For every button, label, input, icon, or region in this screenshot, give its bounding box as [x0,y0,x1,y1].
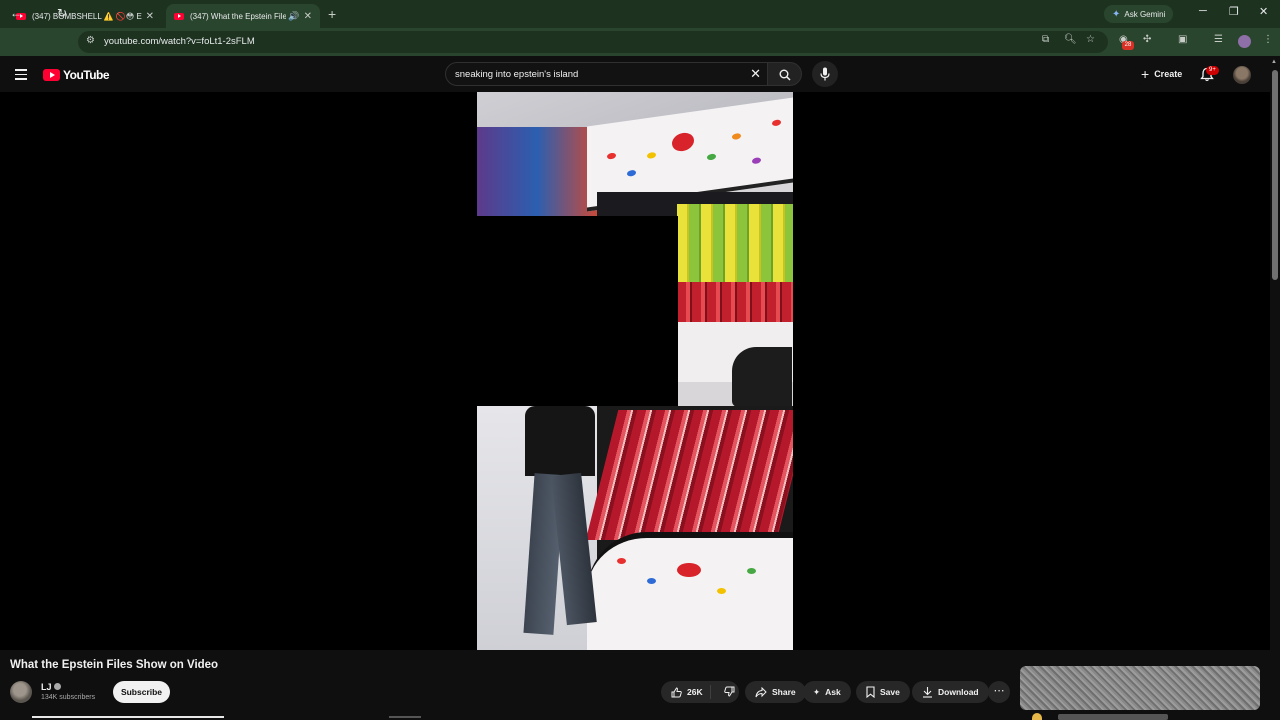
site-info-icon[interactable]: ⚙ [86,35,95,46]
account-avatar[interactable] [1233,66,1251,84]
bookmark-star-icon[interactable]: ☆ [1086,34,1095,45]
ask-button[interactable]: ✦ Ask [803,681,851,703]
subscriber-count: 134K subscribers [41,694,96,701]
tab-title: (347) What the Epstein File... [190,11,287,21]
new-tab-button[interactable]: + [328,6,336,22]
create-button[interactable]: + Create [1133,63,1191,85]
extensions-puzzle-icon[interactable]: ✣ [1143,34,1151,45]
restore-window-icon[interactable]: ❐ [1229,5,1239,18]
microphone-icon [820,67,830,81]
save-button[interactable]: Save [856,681,910,703]
ask-gemini-label: Ask Gemini [1124,9,1166,19]
censor-box [477,216,678,406]
tab-bombshell[interactable]: (347) BOMBSHELL ⚠️ 🚫😳 Ep... ✕ [8,4,162,28]
ask-gemini-button[interactable]: ✦ Ask Gemini [1104,5,1174,23]
download-label: Download [938,687,979,697]
minimize-window-icon[interactable]: ─ [1199,5,1207,17]
ask-label: Ask [825,687,841,697]
browser-menu-icon[interactable]: ⋮ [1263,34,1273,45]
side-panel-icon[interactable]: ▣ [1178,34,1187,45]
gemini-sparkle-icon: ✦ [1112,8,1121,20]
youtube-wordmark: YouTube [63,68,110,82]
search-query-text[interactable]: sneaking into epstein's island [455,69,578,80]
like-count: 26K [687,687,703,697]
recommended-video-thumbnail[interactable] [1020,666,1260,710]
more-actions-icon[interactable]: ⋯ [988,681,1010,703]
search-button[interactable] [768,62,802,86]
search-input[interactable]: sneaking into epstein's island ✕ [445,62,768,86]
forward-arrow-icon[interactable]: → [33,6,45,20]
display-base [587,532,793,650]
thumbs-up-icon [671,686,682,697]
extension-badge: 28 [1122,41,1134,50]
menu-hamburger-icon[interactable] [15,69,27,83]
candy-jars-red [677,282,793,322]
tab-epstein-files[interactable]: (347) What the Epstein File... 🔊 ✕ [166,4,320,28]
close-tab-icon[interactable]: ✕ [146,11,154,22]
scroll-up-arrow-icon[interactable]: ▲ [1271,59,1277,65]
video-frame[interactable] [477,92,793,650]
close-tab-icon[interactable]: ✕ [304,11,312,22]
create-label: Create [1154,69,1183,79]
voice-search-button[interactable] [812,61,838,87]
subscribe-button[interactable]: Subscribe [113,681,170,703]
close-window-icon[interactable]: ✕ [1259,5,1268,18]
video-title: What the Epstein Files Show on Video [10,659,219,671]
loading-progress-bar [32,716,224,718]
url-text[interactable]: youtube.com/watch?v=foLt1-2sFLM [104,36,255,47]
youtube-logo[interactable]: YouTube [43,68,110,82]
share-button[interactable]: Share [745,681,806,703]
browser-profile-avatar[interactable] [1238,35,1251,48]
share-arrow-icon [755,686,767,697]
address-bar[interactable]: ⚙ youtube.com/watch?v=foLt1-2sFLM [78,31,1108,53]
audio-playing-icon[interactable]: 🔊 [288,11,299,22]
save-label: Save [880,687,900,697]
recommended-video-title-partial[interactable] [1058,714,1168,720]
thumbs-down-icon [724,686,735,697]
notification-count-badge: 9+ [1206,66,1219,75]
like-dislike-group: 26K [661,681,739,703]
candy-jars-top [677,204,793,284]
download-icon [923,687,932,698]
download-button[interactable]: Download [912,681,989,703]
back-arrow-icon[interactable]: ← [10,6,22,20]
dark-object [732,347,792,407]
recommended-channel-avatar[interactable] [1032,713,1042,720]
like-button[interactable]: 26K [661,685,711,699]
verified-badge-icon [54,683,61,690]
dislike-button[interactable] [716,686,735,699]
ask-sparkle-icon: ✦ [813,686,821,697]
clear-search-icon[interactable]: ✕ [750,66,761,82]
plus-icon: + [1141,66,1150,82]
bookmark-icon [866,686,875,698]
search-icon [779,69,791,81]
zoom-icon[interactable]: 🔍︎ [1064,34,1077,45]
tab-title: (347) BOMBSHELL ⚠️ 🚫😳 Ep... [32,11,142,21]
media-controls-icon[interactable]: ☰ [1214,34,1223,45]
scrollbar-thumb[interactable] [1272,70,1278,280]
person-figure [523,406,597,641]
install-app-icon[interactable]: ⧉ [1042,34,1049,45]
youtube-play-icon [43,69,60,81]
channel-name[interactable]: LJ [41,682,52,692]
channel-avatar[interactable] [10,681,32,703]
reload-icon[interactable]: ↻ [57,6,67,20]
loading-progress-bar-secondary [389,716,421,718]
candy-dispensers [585,410,793,540]
youtube-favicon-icon [174,12,184,20]
share-label: Share [772,687,796,697]
store-wall-panel [477,127,597,217]
